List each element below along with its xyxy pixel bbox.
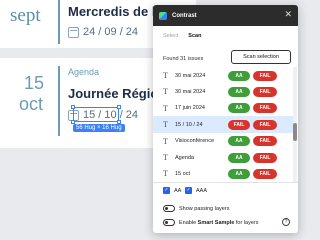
aaa-result-badge: FAIL [253,70,277,81]
close-icon[interactable]: ✕ [284,9,292,20]
panel-tabs: Select Scan [163,33,201,39]
toggle-switch[interactable] [163,219,175,226]
issue-layer-name: Agenda [175,154,194,161]
issue-layer-name: 17 juin 2024 [175,105,205,112]
divider-line [58,0,60,44]
issue-layer-name: 30 mai 2024 [175,88,206,95]
text-layer-icon: T [163,120,168,130]
aa-result-badge: FAIL [228,119,250,130]
issue-row[interactable]: T Agenda AA FAIL [153,149,293,166]
text-layer-icon: T [163,169,168,179]
resize-handle[interactable] [71,105,75,109]
info-icon[interactable]: ? [282,218,290,226]
aaa-filter-label: AAA [196,187,208,194]
event-category: Agenda [68,67,100,77]
issue-layer-name: 15 oct [175,170,190,177]
issue-layer-name: 15 / 10 / 24 [175,121,203,128]
aaa-filter-checkbox[interactable]: ✓ AAA [185,187,207,194]
scan-selection-button[interactable]: Scan selection [231,50,291,64]
aa-result-badge: AA [228,70,250,81]
show-passing-label: Show passing layers [179,205,230,212]
tab-scan[interactable]: Scan [188,33,201,39]
text-layer-icon: T [163,153,168,162]
day-number: 15 [24,73,45,93]
issues-count: Found 31 issues [163,56,204,62]
text-layer-icon: T [163,103,168,113]
section-divider [153,182,298,183]
tab-select[interactable]: Select [163,33,178,39]
divider-line [58,66,60,136]
text-layer-icon: T [163,136,168,146]
aa-result-badge: AA [228,168,250,179]
aaa-result-badge: FAIL [253,103,277,114]
calendar-icon [68,26,79,38]
aa-result-badge: AA [228,86,250,97]
selection-size-label: 56 Hug × 16 Hug [73,124,125,132]
issue-layer-name: Visioconférence [175,138,215,145]
issue-row[interactable]: T 15 / 10 / 24 FAIL FAIL [153,116,293,134]
contrast-plugin-panel: Contrast ✕ Select Scan Found 31 issues S… [153,5,298,233]
smart-sample-toggle-row[interactable]: Enable Smart Sample for layers [163,219,259,226]
aa-result-badge: AA [228,136,250,147]
event-date: 24 / 09 / 24 [83,26,139,38]
aaa-result-badge: FAIL [253,86,277,97]
event-date-row: 24 / 09 / 24 [68,26,138,38]
issue-layer-name: 30 mai 2024 [175,72,206,79]
aa-filter-label: AA [174,187,182,194]
issue-row[interactable]: T 30 mai 2024 AA FAIL [153,67,293,84]
toggle-switch[interactable] [163,205,175,212]
aaa-result-badge: FAIL [253,136,277,147]
month-label: oct [19,94,44,114]
aaa-result-badge: FAIL [253,168,277,179]
aaa-result-badge: FAIL [253,152,277,163]
checkbox-checked-icon[interactable]: ✓ [185,187,192,194]
aa-result-badge: AA [228,103,250,114]
aa-filter-checkbox[interactable]: ✓ AA [163,187,181,194]
scrollbar-thumb[interactable] [293,123,297,141]
aaa-result-badge: FAIL [253,119,277,130]
issue-row[interactable]: T 30 mai 2024 AA FAIL [153,83,293,100]
issue-row[interactable]: T Visioconférence AA FAIL [153,133,293,150]
show-passing-toggle-row[interactable]: Show passing layers [163,205,229,212]
text-layer-icon: T [163,87,168,97]
plugin-logo-icon [159,11,167,20]
month-label: sept [10,5,41,26]
smart-sample-label: Enable Smart Sample for layers [179,219,259,226]
text-layer-icon: T [163,71,168,80]
resize-handle[interactable] [117,105,121,109]
aa-result-badge: AA [228,152,250,163]
selection-box[interactable] [71,105,121,124]
issue-row[interactable]: T 17 juin 2024 AA FAIL [153,100,293,117]
issue-row[interactable]: T 15 oct AA FAIL [153,165,293,182]
checkbox-checked-icon[interactable]: ✓ [163,187,170,194]
plugin-title: Contrast [172,12,197,19]
plugin-titlebar[interactable]: Contrast ✕ [153,5,298,26]
